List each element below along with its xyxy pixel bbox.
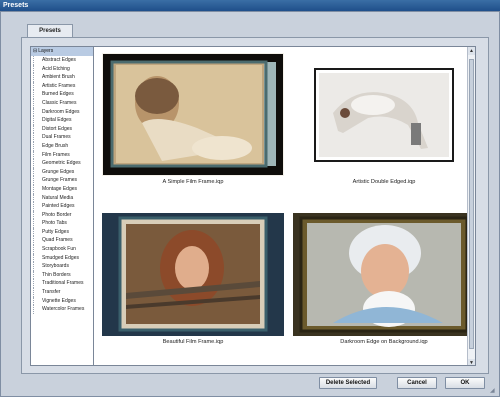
tree-root-label: Layers — [38, 48, 54, 54]
presets-window: Presets ⊟Layers Abstract Edges Acid Etchi… — [0, 11, 500, 397]
preview-image — [293, 53, 475, 176]
preset-caption: A Simple Film Frame.iqp — [162, 179, 224, 185]
scroll-up-arrow-icon[interactable]: ▲ — [468, 47, 475, 55]
cancel-button[interactable]: Cancel — [397, 377, 437, 389]
preset-thumbnail[interactable]: Darkroom Edge on Background.iqp — [293, 213, 475, 346]
preview-image — [102, 53, 284, 176]
scroll-thumb[interactable] — [469, 59, 474, 349]
preset-caption: Darkroom Edge on Background.iqp — [340, 339, 428, 345]
preview-image — [293, 213, 475, 336]
ok-button[interactable]: OK — [445, 377, 485, 389]
title-bar: Presets — [0, 0, 500, 11]
resize-grip-icon[interactable]: ◢ — [490, 387, 498, 395]
preset-gallery: A Simple Film Frame.iqp Artistic Double — [93, 46, 476, 366]
collapse-icon[interactable]: ⊟ — [33, 47, 37, 56]
preset-caption: Artistic Double Edged.iqp — [352, 179, 416, 185]
preset-thumbnail[interactable]: Artistic Double Edged.iqp — [293, 53, 475, 186]
presets-panel: ⊟Layers Abstract Edges Acid Etching Ambien… — [21, 37, 489, 374]
tab-presets[interactable]: Presets — [27, 24, 73, 38]
gallery-scrollbar[interactable]: ▲ ▼ — [467, 47, 475, 365]
preset-caption: Beautiful Film Frame.iqp — [162, 339, 224, 345]
preview-image — [102, 213, 284, 336]
scroll-down-arrow-icon[interactable]: ▼ — [468, 359, 475, 365]
delete-selected-button[interactable]: Delete Selected — [319, 377, 377, 389]
preset-thumbnail[interactable]: Beautiful Film Frame.iqp — [102, 213, 284, 346]
preset-thumbnail[interactable]: A Simple Film Frame.iqp — [102, 53, 284, 186]
